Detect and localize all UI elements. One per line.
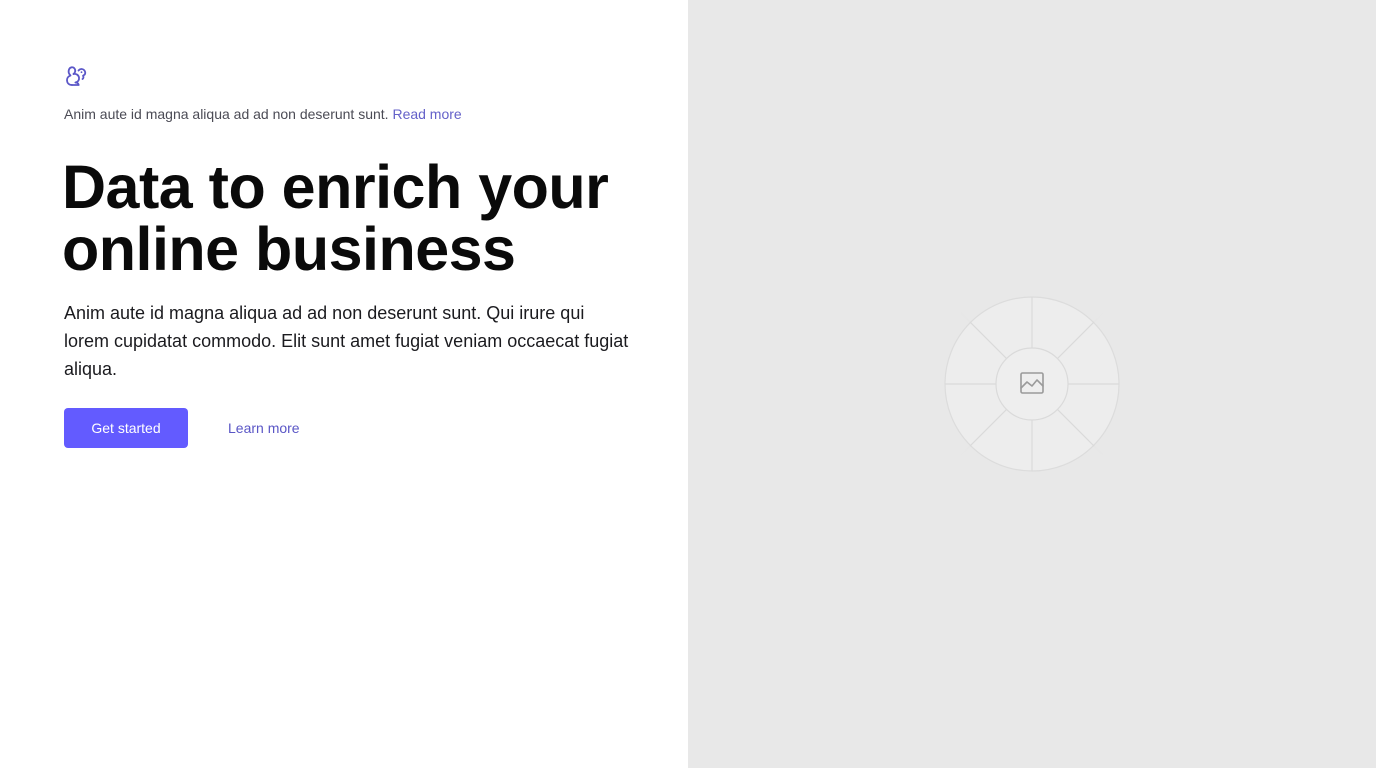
- announcement-banner: Anim aute id magna aliqua ad ad non dese…: [64, 105, 462, 123]
- hero-content: Anim aute id magna aliqua ad ad non dese…: [0, 0, 688, 768]
- hero-page: Anim aute id magna aliqua ad ad non dese…: [0, 0, 1376, 768]
- announcement-text: Anim aute id magna aliqua ad ad non dese…: [64, 106, 389, 122]
- hero-headline: Data to enrich your online business: [62, 153, 609, 283]
- read-more-link[interactable]: Read more: [392, 106, 461, 122]
- squirrel-logo-icon[interactable]: [64, 64, 88, 88]
- hero-description: Anim aute id magna aliqua ad ad non dese…: [64, 303, 629, 379]
- hero-actions: Get started Learn more: [64, 408, 300, 448]
- image-placeholder-graphic: [911, 263, 1153, 509]
- hero-image-placeholder: [688, 0, 1376, 768]
- learn-more-link[interactable]: Learn more: [228, 420, 300, 436]
- get-started-button[interactable]: Get started: [64, 408, 188, 448]
